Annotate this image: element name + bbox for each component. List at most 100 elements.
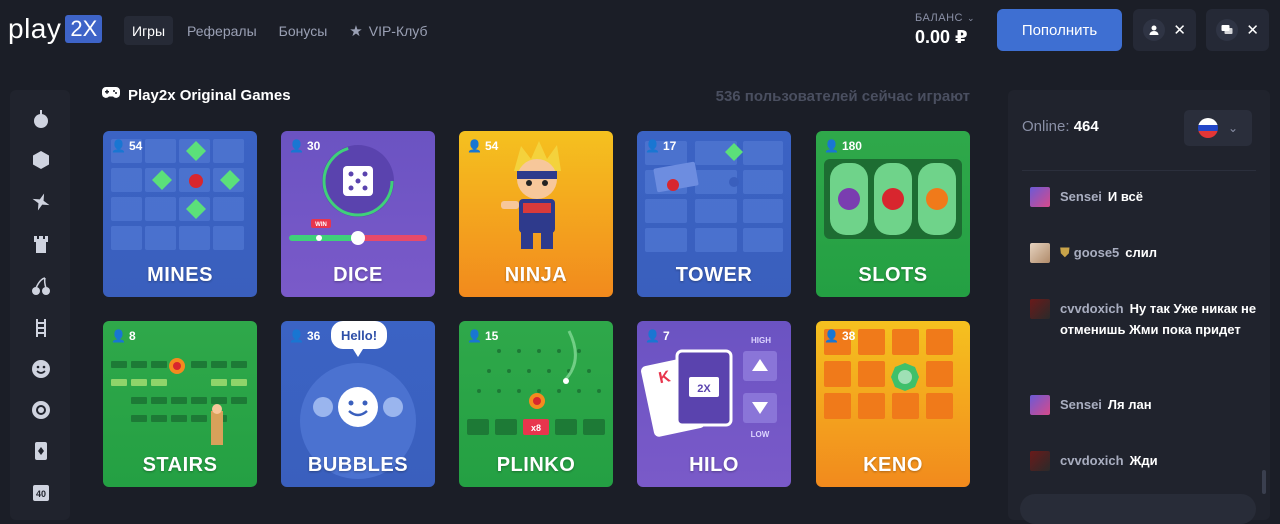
chat-text: И всё <box>1107 189 1144 204</box>
game-name: PLINKO <box>496 454 576 476</box>
chat-username[interactable]: Sensei <box>1060 397 1102 412</box>
chat-panel: Online: 464 ⌄ Sensei И всё ⛊ goose5 слил cv… <box>1008 90 1270 524</box>
nav-bonuses[interactable]: Бонусы <box>271 16 336 45</box>
chat-username[interactable]: cvvdoxich <box>1060 301 1124 316</box>
nav-bonuses-label: Бонусы <box>278 22 328 39</box>
avatar[interactable] <box>1030 451 1050 471</box>
game-name: BUBBLES <box>307 454 409 476</box>
nav-vip-label: VIP-Клуб <box>368 22 428 39</box>
game-card-slots[interactable]: 👤 180 SLOTS <box>816 131 970 297</box>
chat-icon <box>1216 19 1238 41</box>
player-count: 54 <box>128 139 143 153</box>
hilo-icon[interactable]: 40 <box>30 482 52 504</box>
chat-scrollbar[interactable] <box>1262 470 1266 494</box>
nav-referrals-label: Рефералы <box>187 22 257 39</box>
profile-button[interactable]: ✕ <box>1133 9 1196 51</box>
game-name: NINJA <box>504 264 568 286</box>
bubbles-speech: Hello! <box>341 328 377 343</box>
vip-badge-icon: ⛊ <box>1060 245 1070 260</box>
hilo-card-badge: 2X <box>697 383 711 395</box>
avatar[interactable] <box>1030 243 1050 263</box>
balance-label: БАЛАНС <box>915 12 963 24</box>
dice-win-label: WIN <box>315 222 327 228</box>
language-select[interactable]: ⌄ <box>1184 110 1252 146</box>
game-name: STAIRS <box>142 454 218 476</box>
game-card-keno[interactable]: 👤 38 KENO <box>816 321 970 487</box>
players-icon: 👤 <box>111 139 126 153</box>
top-bar: play 2X Игры Рефералы Бонусы ★ VIP-Клуб … <box>0 0 1280 62</box>
chat-message: cvvdoxich Ну так Уже никак не отменишь Жм… <box>1030 299 1260 340</box>
player-count: 54 <box>484 139 499 153</box>
cherry-icon[interactable] <box>30 275 52 297</box>
players-icon: 👤 <box>467 329 482 343</box>
chat-text: слил <box>1125 245 1158 260</box>
player-count: 180 <box>841 139 862 153</box>
game-card-bubbles[interactable]: Hello! 👤 36 BUBBLES <box>281 321 435 487</box>
avatar[interactable] <box>1030 395 1050 415</box>
game-card-ninja[interactable]: 👤 54 NINJA <box>459 131 613 297</box>
gamepad-icon <box>102 86 120 104</box>
chat-message: ⛊ goose5 слил <box>1030 243 1260 263</box>
chat-online: Online: 464 <box>1022 118 1099 135</box>
chat-text: Жди <box>1129 453 1158 468</box>
players-icon: 👤 <box>289 139 304 153</box>
balance[interactable]: БАЛАНС ⌄ 0.00 ₽ <box>915 12 975 48</box>
game-card-mines[interactable]: 👤 54 MINES <box>103 131 257 297</box>
game-name: KENO <box>863 454 923 476</box>
chat-username[interactable]: Sensei <box>1060 189 1102 204</box>
nav-referrals[interactable]: Рефералы <box>179 16 265 45</box>
chat-message: Sensei И всё <box>1030 187 1260 207</box>
game-card-dice[interactable]: WIN 👤 30 DICE <box>281 131 435 297</box>
players-icon: 👤 <box>824 139 839 153</box>
avatar[interactable] <box>1030 299 1050 319</box>
players-icon: 👤 <box>824 329 839 343</box>
player-count: 38 <box>841 329 856 343</box>
players-icon: 👤 <box>645 329 660 343</box>
mines-icon[interactable] <box>30 108 52 130</box>
smile-icon[interactable] <box>30 358 52 380</box>
game-name: TOWER <box>675 264 753 286</box>
game-card-plinko[interactable]: x8 👤 15 PLINKO <box>459 321 613 487</box>
game-card-stairs[interactable]: 👤 8 STAIRS <box>103 321 257 487</box>
svg-text:40: 40 <box>36 489 46 499</box>
chat-text: Ля лан <box>1107 397 1152 412</box>
chevron-down-icon: ⌄ <box>967 12 976 23</box>
player-count: 17 <box>662 139 677 153</box>
chevron-down-icon: ⌄ <box>1227 121 1239 135</box>
chat-message: cvvdoxich Жди <box>1030 451 1260 471</box>
player-count: 36 <box>306 329 321 343</box>
chat-username[interactable]: cvvdoxich <box>1060 453 1124 468</box>
player-count: 15 <box>484 329 499 343</box>
tower-icon[interactable] <box>30 233 52 255</box>
game-card-hilo[interactable]: K 2X HIGH LOW 👤 7 HILO <box>637 321 791 487</box>
logo[interactable]: play 2X <box>8 13 103 44</box>
game-card-tower[interactable]: 👤 17 TOWER <box>637 131 791 297</box>
nav-vip-club[interactable]: ★ VIP-Клуб <box>341 16 435 45</box>
main-nav: Игры Рефералы Бонусы ★ VIP-Клуб <box>124 16 435 45</box>
players-icon: 👤 <box>289 329 304 343</box>
avatar[interactable] <box>1030 187 1050 207</box>
players-icon: 👤 <box>111 329 126 343</box>
deposit-button[interactable]: Пополнить <box>997 9 1122 51</box>
player-count: 7 <box>662 329 670 343</box>
close-icon[interactable]: ✕ <box>1246 21 1259 39</box>
online-users-count: 536 пользователей сейчас играют <box>715 88 970 105</box>
chat-input[interactable] <box>1020 494 1256 524</box>
star-icon: ★ <box>349 22 363 40</box>
nav-games-label: Игры <box>132 22 166 39</box>
ladder-icon[interactable] <box>30 317 52 339</box>
user-icon <box>1143 19 1165 41</box>
cards-icon[interactable] <box>30 440 52 462</box>
nav-games[interactable]: Игры <box>124 16 174 45</box>
section-title: Play2x Original Games <box>128 86 291 104</box>
close-icon[interactable]: ✕ <box>1173 21 1186 39</box>
hilo-high-label: HIGH <box>751 336 771 345</box>
chat-username[interactable]: goose5 <box>1074 245 1120 260</box>
hexagon-icon[interactable] <box>30 149 52 171</box>
logo-text: play <box>8 13 62 44</box>
shuriken-icon[interactable] <box>30 191 52 213</box>
chat-toggle-button[interactable]: ✕ <box>1206 9 1269 51</box>
target-icon[interactable] <box>30 399 52 421</box>
chat-divider <box>1022 170 1256 171</box>
chat-message: Sensei Ля лан <box>1030 395 1260 415</box>
